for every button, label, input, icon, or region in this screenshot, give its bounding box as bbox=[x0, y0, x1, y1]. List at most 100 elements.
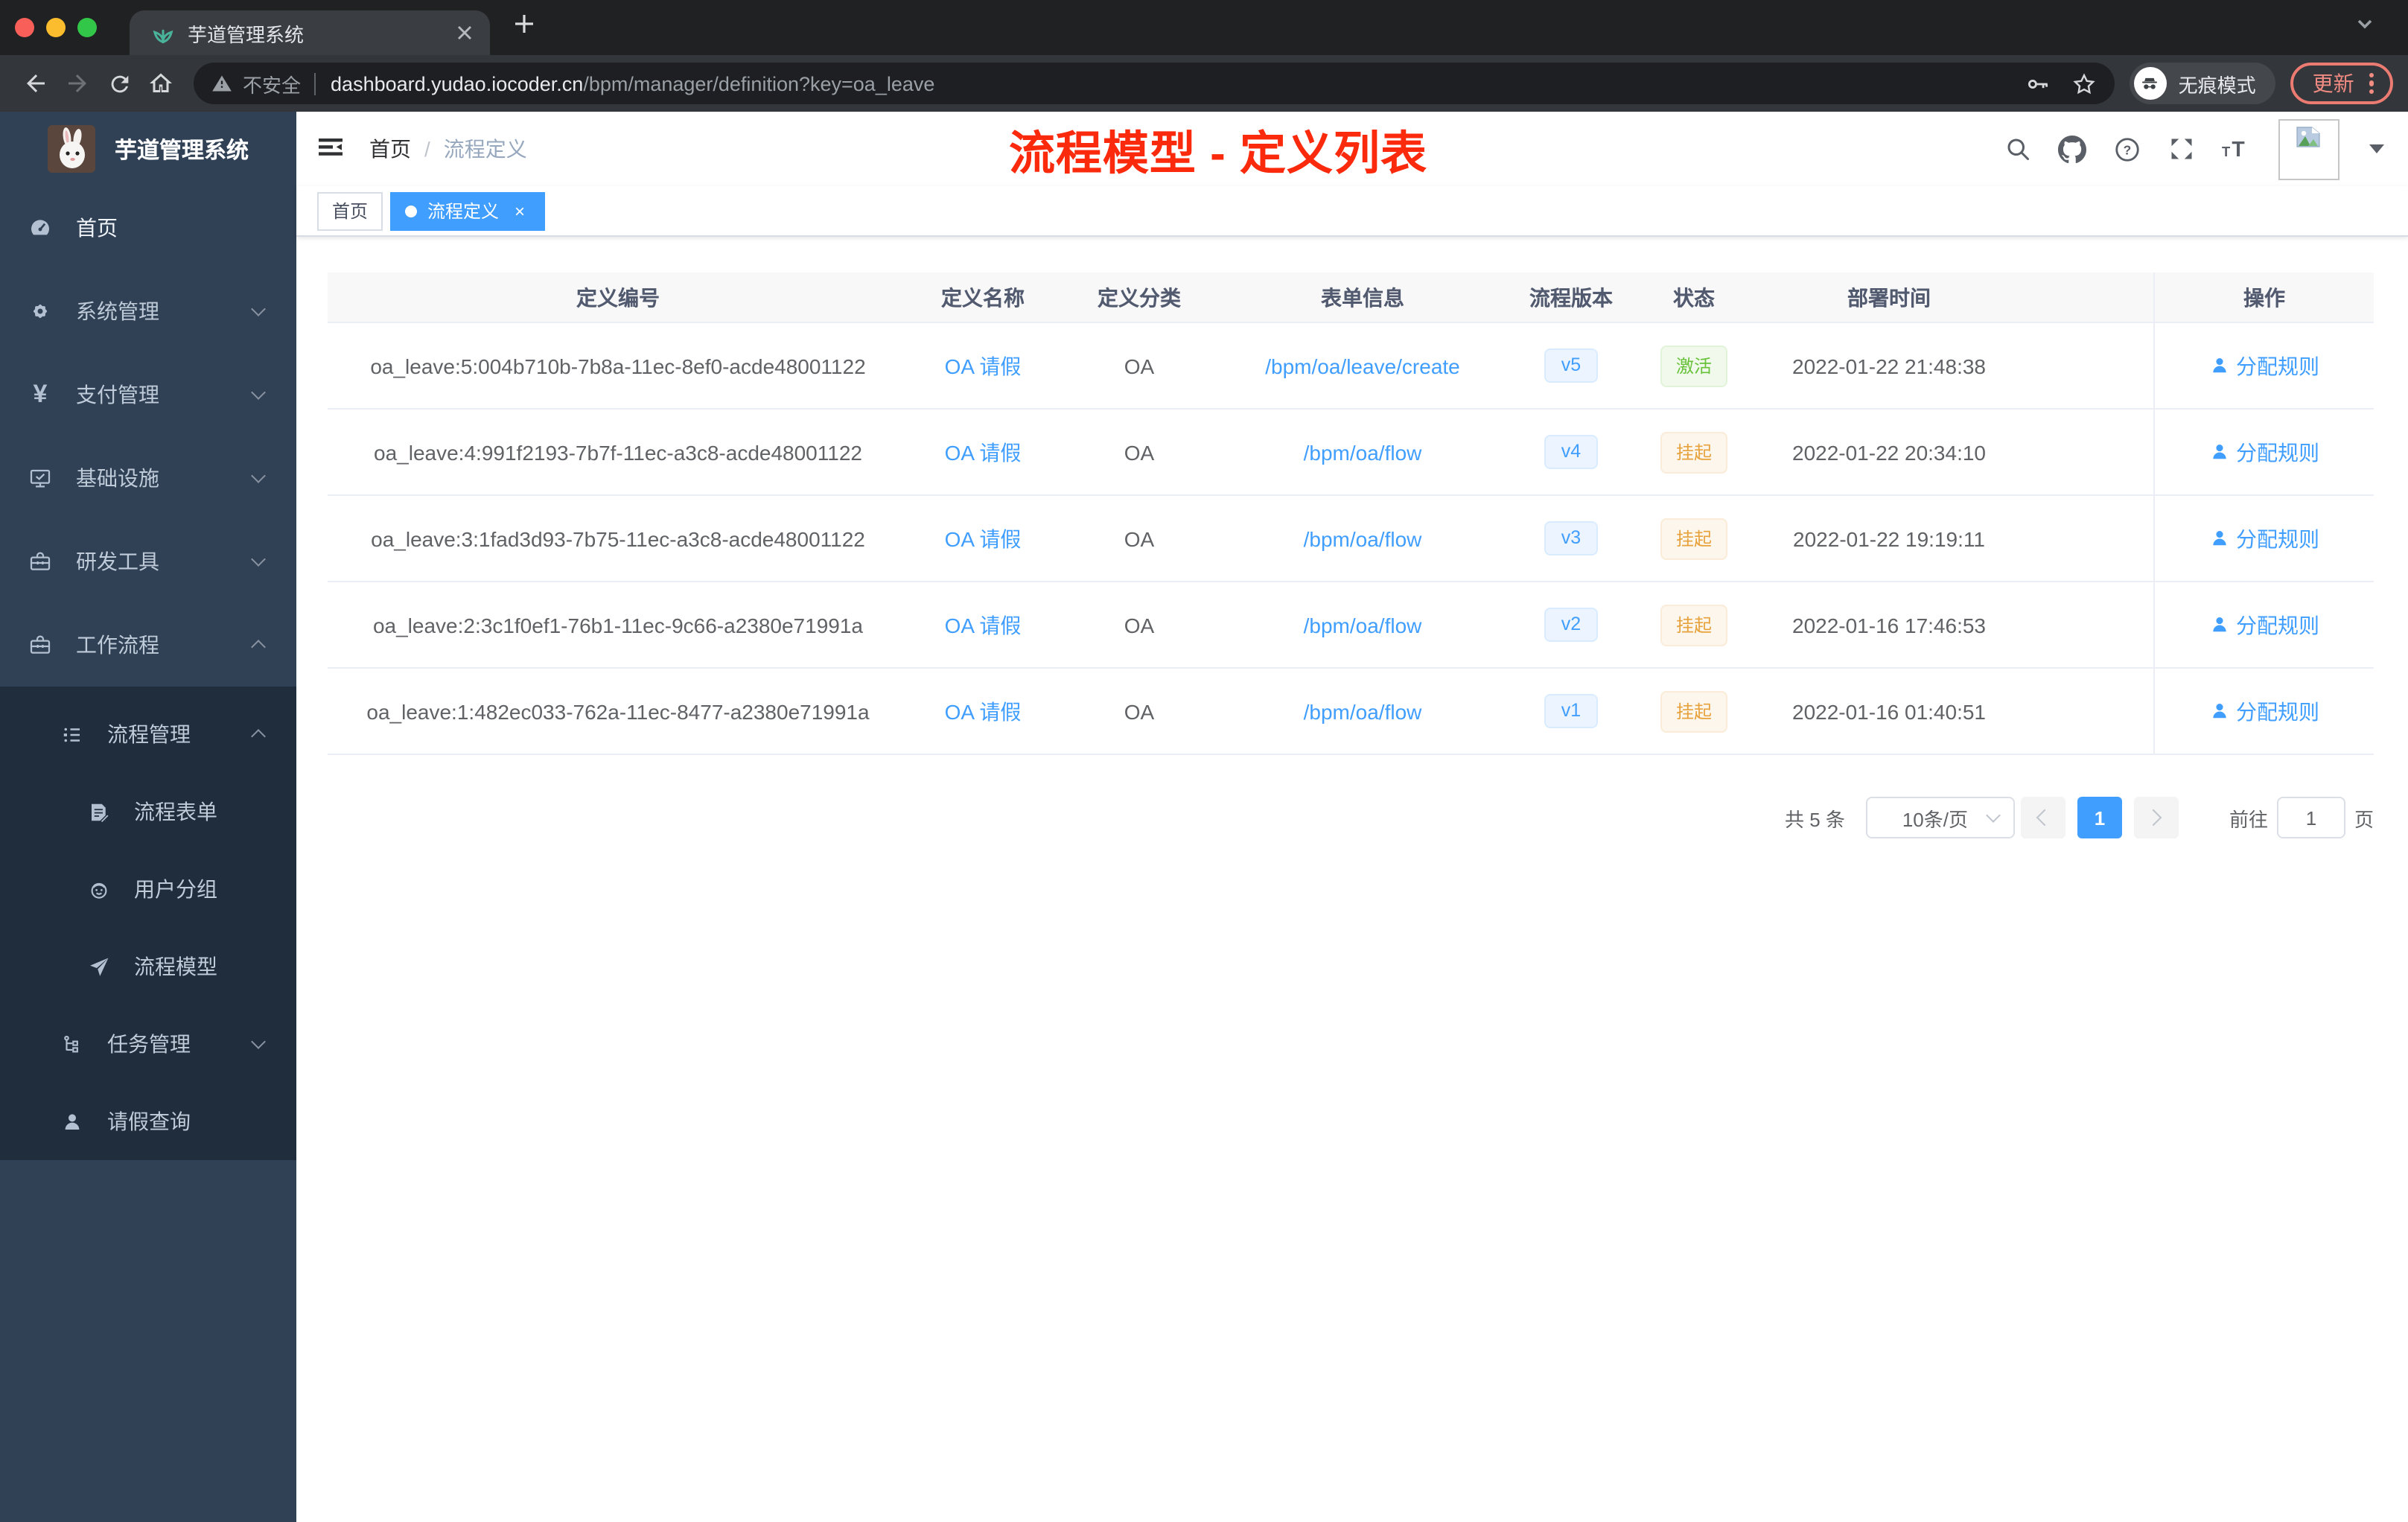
cell-deploy-time: 2022-01-22 20:34:10 bbox=[1792, 440, 1986, 464]
password-key-icon[interactable] bbox=[2025, 71, 2051, 96]
help-icon[interactable]: ? bbox=[2113, 135, 2141, 163]
breadcrumb-home[interactable]: 首页 bbox=[369, 134, 411, 164]
version-badge: v5 bbox=[1544, 348, 1598, 383]
cell-deploy-time: 2022-01-22 19:19:11 bbox=[1793, 526, 1985, 550]
sidebar-item-home[interactable]: 首页 bbox=[0, 186, 296, 270]
search-icon[interactable] bbox=[2004, 136, 2031, 162]
sidebar-item-process-model[interactable]: 流程模型 bbox=[0, 928, 296, 1005]
assign-rule-link[interactable]: 分配规则 bbox=[2209, 610, 2319, 640]
form-link[interactable]: /bpm/oa/flow bbox=[1304, 699, 1422, 723]
url-bar[interactable]: 不安全 dashboard.yudao.iocoder.cn/bpm/manag… bbox=[194, 63, 2115, 104]
sidebar-item-devtools[interactable]: 研发工具 bbox=[0, 520, 296, 603]
form-link[interactable]: /bpm/oa/leave/create bbox=[1265, 354, 1460, 378]
forward-icon[interactable] bbox=[57, 63, 98, 104]
page-number-button[interactable]: 1 bbox=[2077, 797, 2122, 838]
chevron-down-icon bbox=[251, 1034, 266, 1049]
sidebar-item-user-group[interactable]: 用户分组 bbox=[0, 850, 296, 928]
page-size-select[interactable]: 10条/页 bbox=[1865, 797, 2015, 838]
sidebar-item-task-mgmt[interactable]: 任务管理 bbox=[0, 1005, 296, 1083]
form-link[interactable]: /bpm/oa/flow bbox=[1304, 440, 1422, 464]
assign-rule-link[interactable]: 分配规则 bbox=[2209, 351, 2319, 380]
sidebar-item-system[interactable]: 系统管理 bbox=[0, 270, 296, 353]
tags-view: 首页 流程定义 × bbox=[296, 186, 2408, 237]
status-badge: 挂起 bbox=[1660, 690, 1727, 732]
browser-menu-update-button[interactable]: 更新 bbox=[2290, 63, 2393, 104]
person-icon bbox=[2212, 531, 2226, 546]
goto-label: 前往 bbox=[2229, 808, 2268, 830]
col-definition-name: 定义名称 bbox=[941, 285, 1025, 309]
col-process-version: 流程版本 bbox=[1529, 285, 1613, 309]
chevron-up-icon bbox=[251, 640, 266, 655]
active-dot bbox=[405, 205, 418, 217]
github-icon[interactable] bbox=[2058, 135, 2086, 163]
cell-category: OA bbox=[1124, 354, 1155, 378]
assign-rule-link[interactable]: 分配规则 bbox=[2209, 437, 2319, 467]
tag-process-definition[interactable]: 流程定义 × bbox=[390, 191, 546, 230]
workflow-submenu: 流程管理 流程表单 用户分组 流程模型 任务管理 请假查询 bbox=[0, 687, 296, 1160]
browser-tab[interactable]: 芋道管理系统 bbox=[130, 10, 490, 55]
table-row: oa_leave:4:991f2193-7b7f-11ec-a3c8-acde4… bbox=[328, 410, 2374, 496]
definition-name-link[interactable]: OA 请假 bbox=[945, 351, 1022, 380]
incognito-label: 无痕模式 bbox=[2178, 74, 2256, 96]
tab-close-icon[interactable] bbox=[453, 21, 477, 45]
definition-table: 定义编号 定义名称 定义分类 表单信息 流程版本 状态 部署时间 操作 oa_l… bbox=[328, 273, 2374, 755]
definition-name-link[interactable]: OA 请假 bbox=[945, 696, 1022, 726]
pagination: 共 5 条 10条/页 1 前往 页 bbox=[296, 797, 2374, 838]
close-window-button[interactable] bbox=[15, 18, 34, 37]
avatar[interactable] bbox=[2278, 118, 2339, 179]
page-unit-label: 页 bbox=[2354, 808, 2374, 830]
table-row: oa_leave:1:482ec033-762a-11ec-8477-a2380… bbox=[328, 669, 2374, 755]
status-badge: 激活 bbox=[1660, 345, 1727, 386]
next-page-button[interactable] bbox=[2133, 797, 2179, 838]
back-icon[interactable] bbox=[15, 63, 57, 104]
reload-icon[interactable] bbox=[98, 63, 140, 104]
prev-page-button[interactable] bbox=[2020, 797, 2065, 838]
breadcrumb-separator: / bbox=[424, 137, 430, 161]
sidebar-item-workflow[interactable]: 工作流程 bbox=[0, 603, 296, 687]
definition-name-link[interactable]: OA 请假 bbox=[945, 523, 1022, 553]
fullscreen-icon[interactable] bbox=[2168, 136, 2195, 162]
security-label[interactable]: 不安全 bbox=[243, 69, 301, 98]
zoom-window-button[interactable] bbox=[77, 18, 97, 37]
goto-page-input[interactable] bbox=[2276, 797, 2345, 838]
sidebar-item-infra[interactable]: 基础设施 bbox=[0, 436, 296, 520]
update-label: 更新 bbox=[2312, 71, 2354, 95]
tag-home[interactable]: 首页 bbox=[317, 191, 383, 230]
col-definition-category: 定义分类 bbox=[1098, 285, 1181, 309]
definition-name-link[interactable]: OA 请假 bbox=[945, 610, 1022, 640]
sidebar: 芋道管理系统 首页 系统管理 ¥ 支付管理 基础设施 研发工具 工作流程 流程管… bbox=[0, 112, 296, 1522]
sidebar-item-process-form[interactable]: 流程表单 bbox=[0, 773, 296, 850]
form-link[interactable]: /bpm/oa/flow bbox=[1304, 526, 1422, 550]
version-badge: v1 bbox=[1544, 694, 1598, 728]
tree-branch-icon bbox=[60, 1033, 83, 1055]
tag-close-icon[interactable]: × bbox=[509, 200, 530, 221]
status-badge: 挂起 bbox=[1660, 518, 1727, 559]
broken-image-icon bbox=[2296, 126, 2320, 147]
version-badge: v3 bbox=[1544, 521, 1598, 555]
home-icon[interactable] bbox=[140, 63, 182, 104]
cell-definition-id: oa_leave:1:482ec033-762a-11ec-8477-a2380… bbox=[366, 699, 870, 723]
sidebar-collapse-icon[interactable] bbox=[316, 134, 345, 164]
new-tab-button[interactable] bbox=[514, 13, 535, 42]
font-size-icon[interactable]: TT bbox=[2222, 136, 2252, 162]
face-icon bbox=[86, 878, 110, 900]
tab-search-chevron-icon[interactable] bbox=[2354, 13, 2375, 42]
form-link[interactable]: /bpm/oa/flow bbox=[1304, 613, 1422, 637]
sidebar-item-leave-query[interactable]: 请假查询 bbox=[0, 1083, 296, 1160]
chevron-down-icon bbox=[1986, 807, 2001, 822]
bookmark-star-icon[interactable] bbox=[2071, 71, 2097, 96]
col-definition-id: 定义编号 bbox=[576, 285, 660, 309]
minimize-window-button[interactable] bbox=[46, 18, 66, 37]
kebab-menu-icon bbox=[2369, 72, 2374, 95]
not-secure-warning-icon bbox=[211, 73, 232, 94]
definition-name-link[interactable]: OA 请假 bbox=[945, 437, 1022, 467]
chevron-down-icon bbox=[251, 385, 266, 400]
assign-rule-link[interactable]: 分配规则 bbox=[2209, 523, 2319, 553]
sidebar-item-process-mgmt[interactable]: 流程管理 bbox=[0, 695, 296, 773]
form-edit-icon bbox=[86, 800, 110, 823]
assign-rule-link[interactable]: 分配规则 bbox=[2209, 696, 2319, 726]
sidebar-item-payment[interactable]: ¥ 支付管理 bbox=[0, 353, 296, 436]
avatar-caret-icon[interactable] bbox=[2369, 144, 2384, 153]
navbar-actions: ? TT bbox=[2004, 118, 2384, 179]
sidebar-logo[interactable]: 芋道管理系统 bbox=[0, 112, 296, 186]
